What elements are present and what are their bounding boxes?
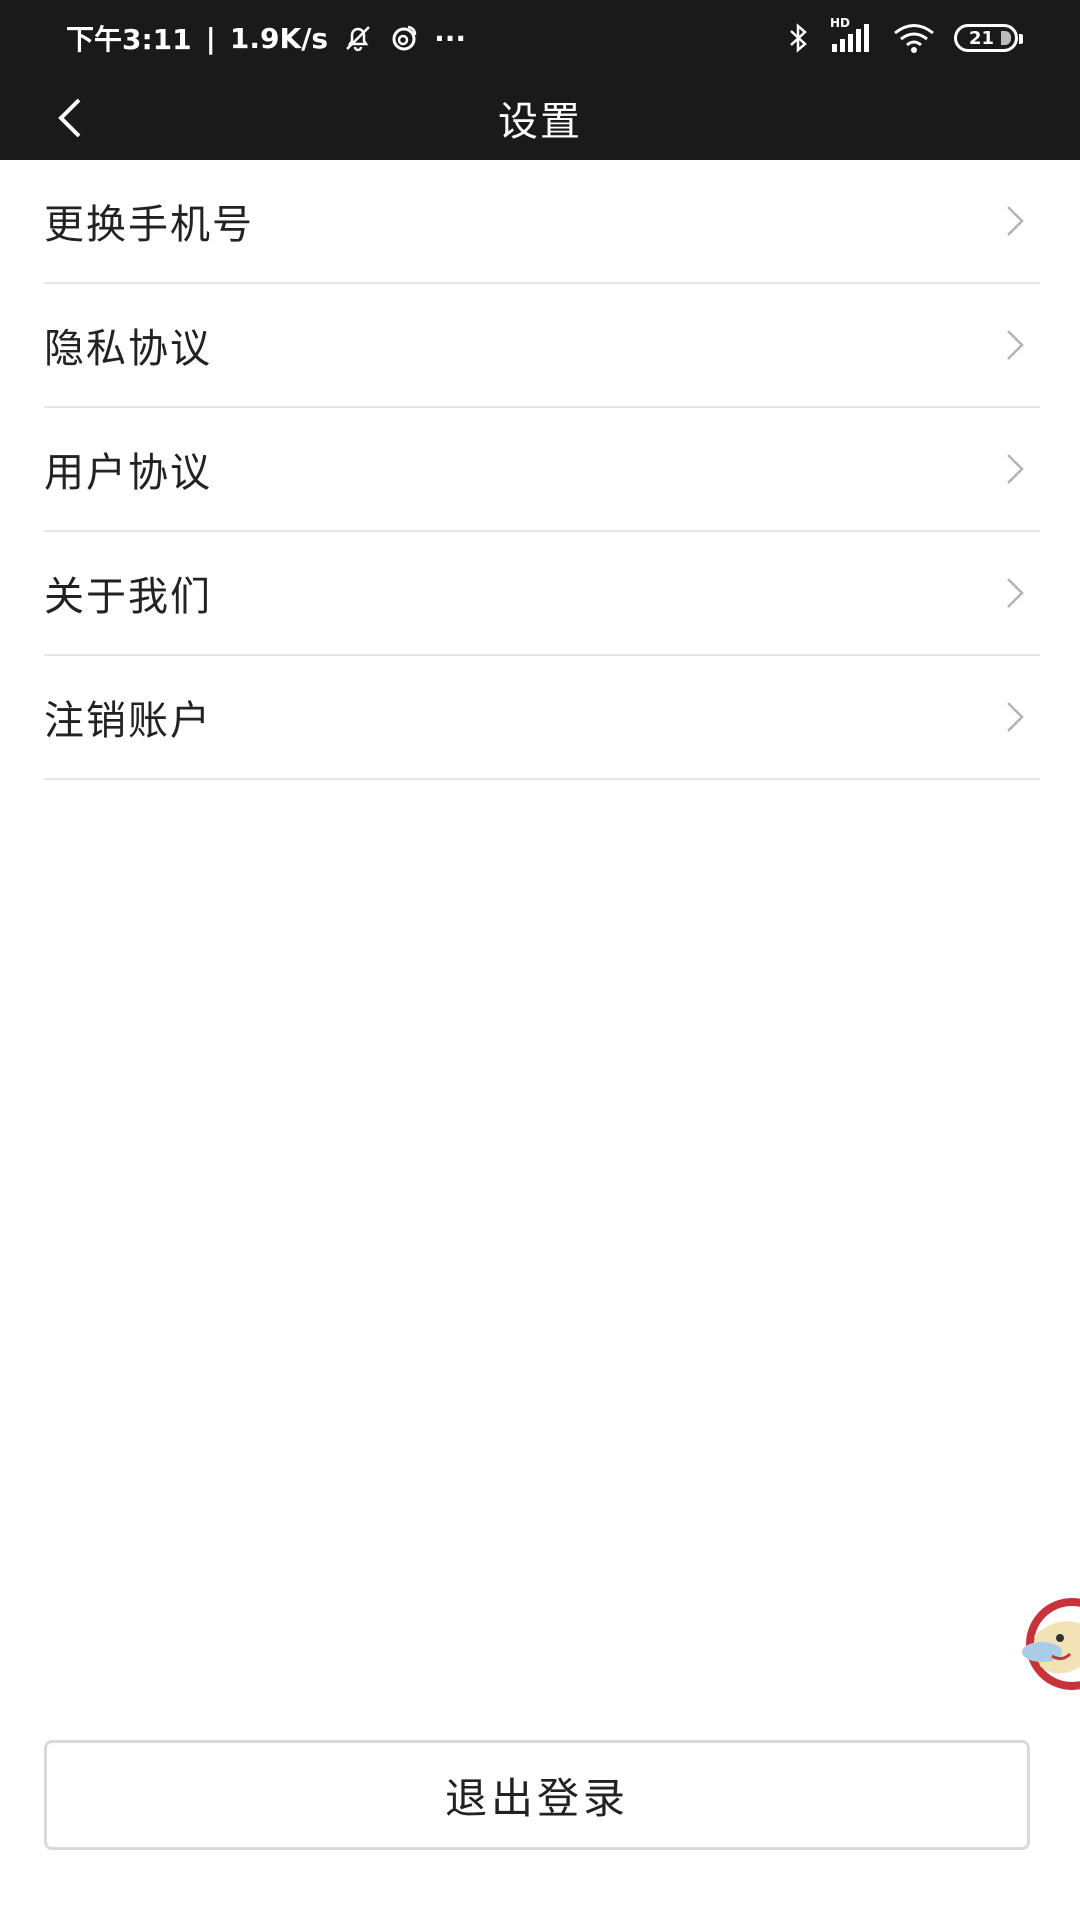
- menu-item-privacy-policy[interactable]: 隐私协议: [44, 284, 1040, 408]
- menu-item-label: 关于我们: [44, 574, 212, 620]
- page-title: 设置: [498, 99, 582, 145]
- menu-item-label: 用户协议: [44, 450, 212, 496]
- status-more: ···: [434, 21, 467, 55]
- back-button[interactable]: [40, 88, 100, 148]
- chevron-right-icon: [1004, 328, 1026, 362]
- floating-mascot-icon[interactable]: [1012, 1586, 1080, 1702]
- status-separator: |: [205, 21, 216, 55]
- menu-item-delete-account[interactable]: 注销账户: [44, 656, 1040, 780]
- chevron-right-icon: [1004, 204, 1026, 238]
- chevron-right-icon: [1004, 452, 1026, 486]
- chevron-right-icon: [1004, 576, 1026, 610]
- menu-item-change-phone[interactable]: 更换手机号: [44, 160, 1040, 284]
- title-bar: 设置: [0, 76, 1080, 160]
- status-bar: 下午3:11 | 1.9K/s ··· HD 21: [0, 0, 1080, 76]
- signal-icon: HD: [830, 16, 874, 54]
- battery-level: 21: [969, 27, 995, 49]
- menu-item-about-us[interactable]: 关于我们: [44, 532, 1040, 656]
- menu-item-label: 更换手机号: [44, 202, 254, 248]
- battery-icon: 21: [954, 24, 1023, 52]
- status-left: 下午3:11 | 1.9K/s ···: [66, 18, 466, 58]
- signal-hd-label: HD: [830, 16, 851, 30]
- menu-item-user-agreement[interactable]: 用户协议: [44, 408, 1040, 532]
- settings-list: 更换手机号 隐私协议 用户协议 关于我们 注销账户: [44, 160, 1040, 780]
- menu-item-label: 隐私协议: [44, 326, 212, 372]
- network-speed: 1.9K/s: [229, 21, 329, 55]
- status-right: HD 21: [786, 16, 1023, 54]
- logout-button[interactable]: 退出登录: [44, 1740, 1030, 1850]
- wifi-icon: [892, 22, 936, 54]
- menu-item-label: 注销账户: [44, 698, 212, 744]
- chevron-right-icon: [1004, 700, 1026, 734]
- bluetooth-icon: [786, 22, 812, 54]
- weibo-icon: [388, 22, 420, 54]
- status-time: 下午3:11: [66, 23, 192, 56]
- chevron-left-icon: [58, 98, 81, 138]
- bell-off-icon: [342, 22, 374, 54]
